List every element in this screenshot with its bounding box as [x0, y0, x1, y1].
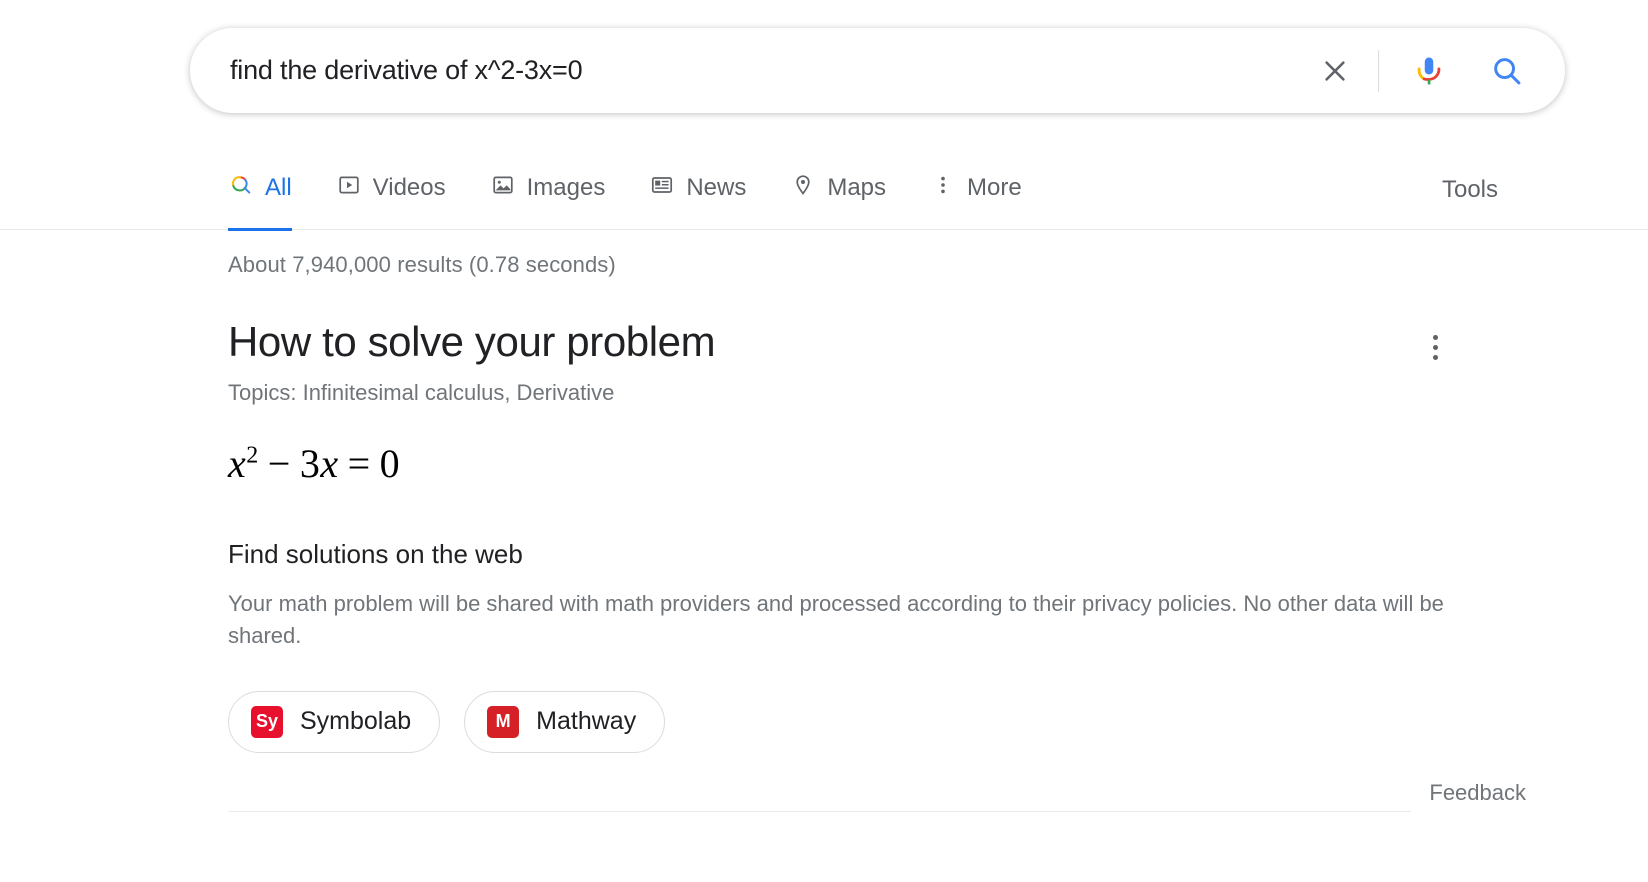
search-input[interactable]	[228, 54, 1308, 87]
nav-tab-videos-label: Videos	[373, 172, 446, 200]
google-search-results-page: All Videos	[0, 0, 1648, 882]
google-search-icon	[228, 172, 254, 198]
nav-tab-maps-label: Maps	[827, 172, 886, 200]
nav-tab-all-label: All	[265, 172, 292, 200]
provider-chips: Sy Symbolab M Mathway	[228, 691, 1528, 753]
nav-tab-all[interactable]: All	[228, 155, 292, 230]
equation-var2: x	[320, 441, 338, 486]
nav-tab-maps[interactable]: Maps	[790, 155, 886, 230]
provider-chip-symbolab-label: Symbolab	[300, 707, 411, 736]
tools-button[interactable]: Tools	[1442, 172, 1498, 204]
nav-tab-more[interactable]: More	[930, 155, 1022, 230]
video-icon	[336, 172, 362, 198]
nav-tab-news-label: News	[686, 172, 746, 200]
provider-chip-symbolab[interactable]: Sy Symbolab	[228, 691, 440, 753]
equation-coefficient: 3	[300, 441, 321, 486]
equation-rhs: 0	[380, 441, 401, 486]
magnifier-icon	[1490, 54, 1524, 88]
clear-search-button[interactable]	[1308, 44, 1362, 98]
equation-equals: =	[348, 441, 371, 486]
image-icon	[490, 172, 516, 198]
card-header: How to solve your problem	[228, 318, 1528, 366]
results-count: About 7,940,000 results (0.78 seconds)	[228, 252, 616, 278]
equation-minus: −	[268, 441, 291, 486]
nav-tab-news[interactable]: News	[649, 155, 746, 230]
solutions-section-title: Find solutions on the web	[228, 539, 1528, 570]
search-bar-container	[190, 28, 1565, 113]
card-options-button[interactable]	[1418, 330, 1452, 364]
equation-exponent: 2	[246, 443, 259, 469]
page-title: How to solve your problem	[228, 318, 715, 366]
math-equation: x2−3x=0	[228, 440, 1528, 487]
provider-chip-mathway[interactable]: M Mathway	[464, 691, 665, 753]
provider-chip-mathway-label: Mathway	[536, 707, 636, 736]
map-pin-icon	[790, 172, 816, 198]
symbolab-logo-icon: Sy	[251, 706, 283, 738]
news-icon	[649, 172, 675, 198]
card-topics: Topics: Infinitesimal calculus, Derivati…	[228, 380, 1528, 406]
equation-base: x	[228, 441, 246, 486]
solutions-section-description: Your math problem will be shared with ma…	[228, 588, 1483, 650]
search-nav-items: All Videos	[228, 155, 1066, 230]
more-vertical-icon-dot3	[1433, 355, 1438, 360]
more-vertical-icon-dot2	[1433, 345, 1438, 350]
search-nav-bar: All Videos	[0, 155, 1648, 230]
search-submit-button[interactable]	[1479, 43, 1535, 99]
nav-tab-videos[interactable]: Videos	[336, 155, 446, 230]
mathway-logo-icon: M	[487, 706, 519, 738]
more-vertical-icon	[930, 172, 956, 198]
nav-tab-images[interactable]: Images	[490, 155, 606, 230]
close-icon	[1320, 56, 1350, 86]
microphone-icon	[1412, 54, 1446, 88]
search-bar-divider	[1378, 50, 1379, 92]
voice-search-button[interactable]	[1401, 43, 1457, 99]
card-bottom-divider	[228, 811, 1411, 812]
search-bar-icons	[1308, 43, 1535, 99]
more-vertical-icon	[1433, 335, 1438, 340]
nav-tab-more-label: More	[967, 172, 1022, 200]
feedback-link[interactable]: Feedback	[1429, 780, 1526, 806]
math-solver-card: How to solve your problem Topics: Infini…	[228, 318, 1528, 753]
nav-tab-images-label: Images	[527, 172, 606, 200]
search-bar[interactable]	[190, 28, 1565, 113]
